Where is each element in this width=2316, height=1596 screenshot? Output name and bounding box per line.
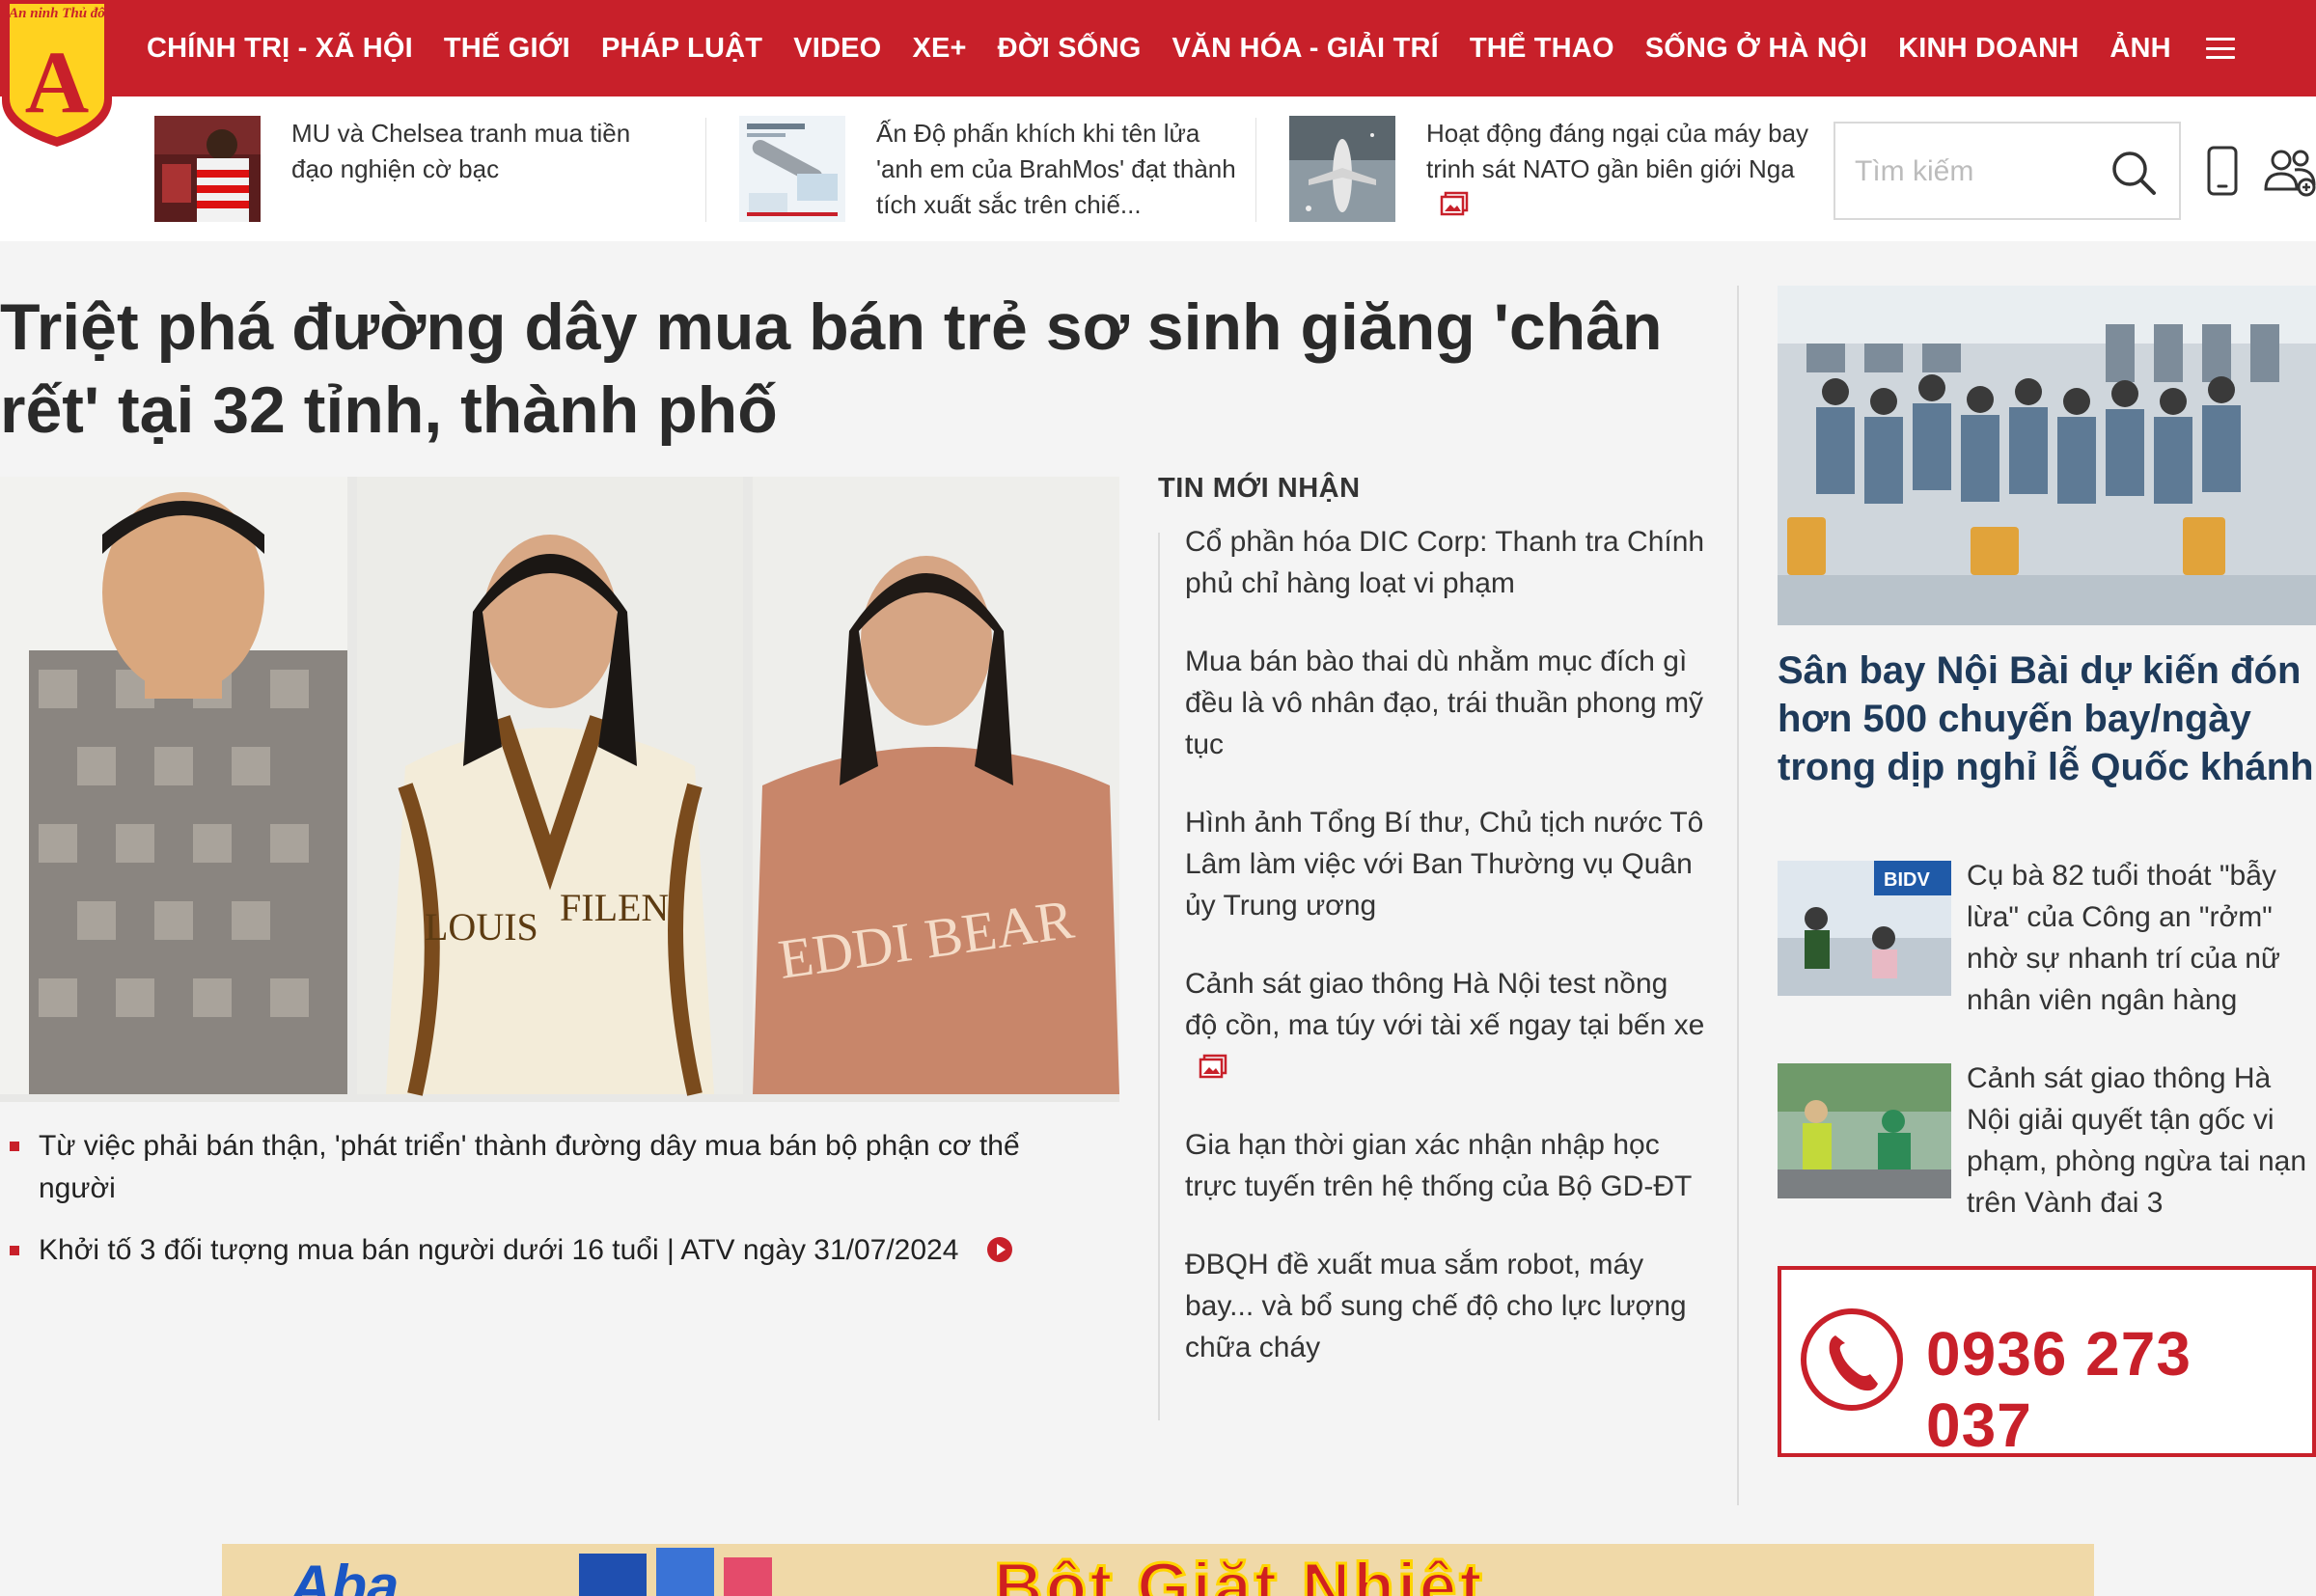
nav-the-gioi[interactable]: THẾ GIỚI bbox=[444, 33, 570, 65]
ticker-divider bbox=[1255, 118, 1256, 222]
search-box bbox=[1834, 122, 2181, 220]
related-articles: Từ việc phải bán thận, 'phát triển' thàn… bbox=[10, 1125, 1081, 1291]
latest-news-item[interactable]: ĐBQH đề xuất mua sắm robot, máy bay... v… bbox=[1185, 1244, 1706, 1368]
side-story-photo[interactable] bbox=[1778, 286, 2316, 625]
latest-news-item[interactable]: Cảnh sát giao thông Hà Nội test nồng độ … bbox=[1185, 963, 1706, 1087]
side-news-thumbnail: BIDV bbox=[1778, 861, 1951, 996]
main-headline[interactable]: Triệt phá đường dây mua bán trẻ sơ sinh … bbox=[0, 286, 1698, 452]
side-headline[interactable]: Sân bay Nội Bài dự kiến đón hơn 500 chuy… bbox=[1778, 647, 2316, 791]
nav-xe-plus[interactable]: XE+ bbox=[912, 33, 966, 65]
ticker-divider bbox=[705, 118, 706, 222]
related-article-title: Từ việc phải bán thận, 'phát triển' thàn… bbox=[39, 1130, 1020, 1204]
side-news-thumbnail bbox=[1778, 1063, 1951, 1198]
ad-title: Bột Giặt Nhiệt bbox=[993, 1548, 1485, 1596]
ticker-title: Ấn Độ phấn khích khi tên lửa 'anh em của… bbox=[876, 119, 1236, 219]
side-news-item[interactable]: BIDV Cụ bà 82 tuổi thoát "bẫy lừa" của C… bbox=[1778, 855, 2316, 1021]
phone-handset-icon bbox=[1801, 1308, 1903, 1411]
related-article[interactable]: Từ việc phải bán thận, 'phát triển' thàn… bbox=[10, 1125, 1081, 1210]
gallery-icon bbox=[1199, 1054, 1227, 1079]
side-news-title: Cảnh sát giao thông Hà Nội giải quyết tậ… bbox=[1967, 1062, 2307, 1219]
ticker-thumbnail bbox=[1289, 116, 1395, 222]
ad-brand-text: Aba bbox=[288, 1554, 399, 1596]
side-news-item[interactable]: Cảnh sát giao thông Hà Nội giải quyết tậ… bbox=[1778, 1058, 2316, 1224]
latest-news-item[interactable]: Hình ảnh Tổng Bí thư, Chủ tịch nước Tô L… bbox=[1185, 802, 1706, 926]
latest-news-title: TIN MỚI NHẬN bbox=[1158, 473, 1361, 504]
site-logo[interactable]: An ninh Thủ đô A bbox=[0, 0, 114, 147]
related-article[interactable]: Khởi tố 3 đối tượng mua bán người dưới 1… bbox=[10, 1229, 1081, 1272]
ticker-thumbnail bbox=[739, 116, 845, 222]
search-icon[interactable] bbox=[2109, 149, 2158, 197]
photo-shirt-text: FILEN bbox=[560, 886, 669, 929]
nav-the-thao[interactable]: THỂ THAO bbox=[1470, 33, 1614, 65]
ticker-item[interactable]: MU và Chelsea tranh mua tiền đạo nghiện … bbox=[154, 116, 676, 224]
side-news-title: Cụ bà 82 tuổi thoát "bẫy lừa" của Công a… bbox=[1967, 860, 2281, 1016]
logo-letter: A bbox=[25, 33, 89, 131]
hotline-number: 0936 273 037 bbox=[1926, 1319, 2192, 1460]
ticker-item[interactable]: Ấn Độ phấn khích khi tên lửa 'anh em của… bbox=[739, 116, 1241, 224]
latest-news-item[interactable]: Cổ phần hóa DIC Corp: Thanh tra Chính ph… bbox=[1185, 521, 1706, 604]
users-icon[interactable] bbox=[2264, 145, 2316, 197]
nav-van-hoa-giai-tri[interactable]: VĂN HÓA - GIẢI TRÍ bbox=[1172, 33, 1438, 65]
thumbnail-caption: BIDV bbox=[1884, 869, 1930, 891]
gallery-icon bbox=[1440, 191, 1469, 216]
nav-song-o-ha-noi[interactable]: SỐNG Ở HÀ NỘI bbox=[1645, 33, 1867, 65]
nav-doi-song[interactable]: ĐỜI SỐNG bbox=[998, 33, 1142, 65]
menu-icon[interactable] bbox=[2205, 38, 2235, 59]
ticker-item[interactable]: Hoạt động đáng ngại của máy bay trinh sá… bbox=[1289, 116, 1810, 224]
latest-news-item[interactable]: Gia hạn thời gian xác nhận nhập học trực… bbox=[1185, 1124, 1706, 1207]
latest-news-item-text: Cảnh sát giao thông Hà Nội test nồng độ … bbox=[1185, 968, 1705, 1041]
ad-product-image bbox=[579, 1548, 772, 1596]
nav-anh[interactable]: ẢNH bbox=[2109, 33, 2170, 65]
ticker-title: Hoạt động đáng ngại của máy bay trinh sá… bbox=[1426, 116, 1810, 224]
play-icon bbox=[986, 1237, 1012, 1262]
hotline-box[interactable]: 0936 273 037 bbox=[1778, 1266, 2316, 1460]
top-navbar: CHÍNH TRỊ - XÃ HỘI THẾ GIỚI PHÁP LUẬT VI… bbox=[0, 0, 2316, 96]
ticker-title: MU và Chelsea tranh mua tiền đạo nghiện … bbox=[291, 119, 631, 183]
nav-chinh-tri-xa-hoi[interactable]: CHÍNH TRỊ - XÃ HỘI bbox=[147, 33, 413, 65]
logo-text: An ninh Thủ đô bbox=[8, 6, 105, 21]
latest-news-list: Cổ phần hóa DIC Corp: Thanh tra Chính ph… bbox=[1185, 521, 1706, 1405]
ad-banner[interactable]: Aba Bột Giặt Nhiệt bbox=[222, 1544, 2094, 1596]
main-story-photo[interactable]: LOUIS FILEN EDDI BEAR bbox=[0, 477, 1119, 1102]
nav-video[interactable]: VIDEO bbox=[793, 33, 881, 65]
latest-news-item[interactable]: Mua bán bào thai dù nhằm mục đích gì đều… bbox=[1185, 641, 1706, 765]
main-nav: CHÍNH TRỊ - XÃ HỘI THẾ GIỚI PHÁP LUẬT VI… bbox=[147, 0, 2235, 96]
ticker-title-text: Hoạt động đáng ngại của máy bay trinh sá… bbox=[1426, 119, 1809, 183]
ad-brand-logo: Aba bbox=[288, 1554, 399, 1596]
nav-kinh-doanh[interactable]: KINH DOANH bbox=[1898, 33, 2079, 65]
ticker-thumbnail bbox=[154, 116, 261, 222]
nav-phap-luat[interactable]: PHÁP LUẬT bbox=[601, 33, 762, 65]
ticker-strip: MU và Chelsea tranh mua tiền đạo nghiện … bbox=[0, 96, 2316, 241]
photo-shirt-text: LOUIS bbox=[425, 905, 538, 949]
mobile-icon[interactable] bbox=[2206, 145, 2239, 197]
column-divider bbox=[1737, 286, 1739, 1505]
related-article-title: Khởi tố 3 đối tượng mua bán người dưới 1… bbox=[39, 1234, 959, 1266]
search-input[interactable] bbox=[1855, 145, 2106, 199]
latest-news-divider bbox=[1158, 533, 1160, 1420]
